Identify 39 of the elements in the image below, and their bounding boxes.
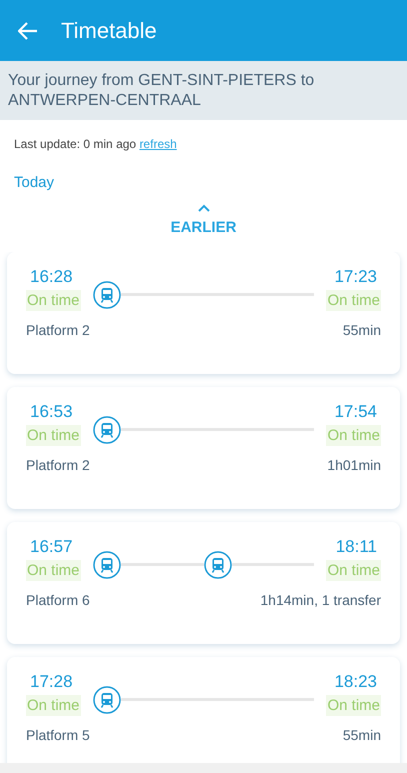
connection-card[interactable]: 16:57 On time 18:11 On time Platform 6 1h14min, 1 transfer xyxy=(7,522,400,644)
connection-card[interactable]: 17:28 On time 18:23 On time Platform 5 55min xyxy=(7,656,400,763)
arrival-time: 18:11 xyxy=(336,536,377,558)
departure-time: 16:28 xyxy=(30,266,73,288)
arrival-time: 17:54 xyxy=(334,400,377,422)
back-arrow-icon xyxy=(18,22,38,40)
status-badge: On time xyxy=(326,290,381,310)
status-badge: On time xyxy=(326,560,381,580)
status-badge: On time xyxy=(326,694,381,716)
duration-label: 55min xyxy=(342,320,381,340)
arrival-time: 18:23 xyxy=(334,670,377,692)
train-icon xyxy=(92,416,121,444)
train-icon xyxy=(92,280,121,308)
departure-time: 16:57 xyxy=(30,536,73,558)
platform-label: Platform 2 xyxy=(26,320,90,340)
duration-label: 1h01min xyxy=(327,456,381,474)
departure-time: 16:53 xyxy=(30,400,73,422)
platform-label: Platform 2 xyxy=(26,456,90,474)
status-badge: On time xyxy=(26,694,81,716)
status-badge: On time xyxy=(26,560,81,580)
chevron-up-icon xyxy=(198,204,210,212)
train-icon xyxy=(92,550,121,578)
platform-label: Platform 5 xyxy=(26,726,90,744)
platform-label: Platform 6 xyxy=(26,590,90,610)
duration-label: 1h14min, 1 transfer xyxy=(260,590,381,610)
day-label: Today xyxy=(14,174,54,191)
last-update-text: Last update: 0 min ago xyxy=(14,137,136,151)
status-badge: On time xyxy=(326,424,381,446)
train-icon xyxy=(204,550,232,578)
connection-card[interactable]: 16:28 On time 17:23 On time Platform 2 55min xyxy=(7,252,400,374)
connection-card[interactable]: 16:53 On time 17:54 On time Platform 2 1h01min xyxy=(7,386,400,508)
status-badge: On time xyxy=(26,424,81,446)
duration-label: 55min xyxy=(342,726,381,744)
arrival-time: 17:23 xyxy=(334,266,377,288)
journey-banner: Your journey from GENT-SINT-PIETERS to ANTWERPEN-CENTRAAL xyxy=(0,61,407,120)
status-badge: On time xyxy=(26,290,81,310)
train-icon xyxy=(92,686,121,714)
departure-time: 17:28 xyxy=(30,670,73,692)
window-title: Timetable xyxy=(61,17,157,45)
